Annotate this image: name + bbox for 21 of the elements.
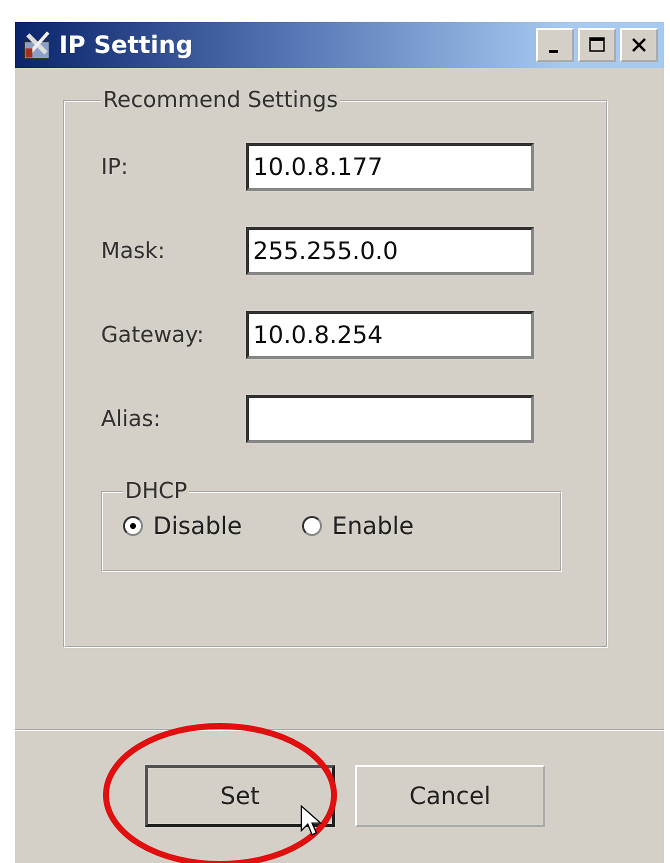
minimize-button[interactable]	[536, 28, 574, 62]
maximize-button[interactable]	[578, 28, 616, 62]
maximize-icon	[587, 35, 607, 55]
input-field[interactable]: 255.255.0.0	[246, 227, 534, 275]
field-label: Mask:	[101, 238, 166, 264]
minimize-icon	[548, 50, 558, 52]
dialog-button[interactable]: Cancel	[355, 765, 545, 827]
cursor-icon	[300, 805, 322, 837]
dialog-button[interactable]: Set	[145, 765, 335, 827]
input-field[interactable]	[246, 395, 534, 443]
radio-option[interactable]: Enable	[302, 512, 414, 540]
group-title: Recommend Settings	[102, 88, 339, 113]
window-title: IP Setting	[59, 31, 194, 59]
group-title: DHCP	[124, 479, 188, 504]
input-field[interactable]: 10.0.8.254	[246, 311, 534, 359]
field-label: IP:	[101, 154, 130, 180]
close-button[interactable]	[620, 28, 658, 62]
input-field[interactable]: 10.0.8.177	[246, 143, 534, 191]
field-label: Alias:	[101, 406, 162, 432]
radio-option[interactable]: Disable	[123, 512, 242, 540]
field-label: Gateway:	[101, 322, 205, 348]
